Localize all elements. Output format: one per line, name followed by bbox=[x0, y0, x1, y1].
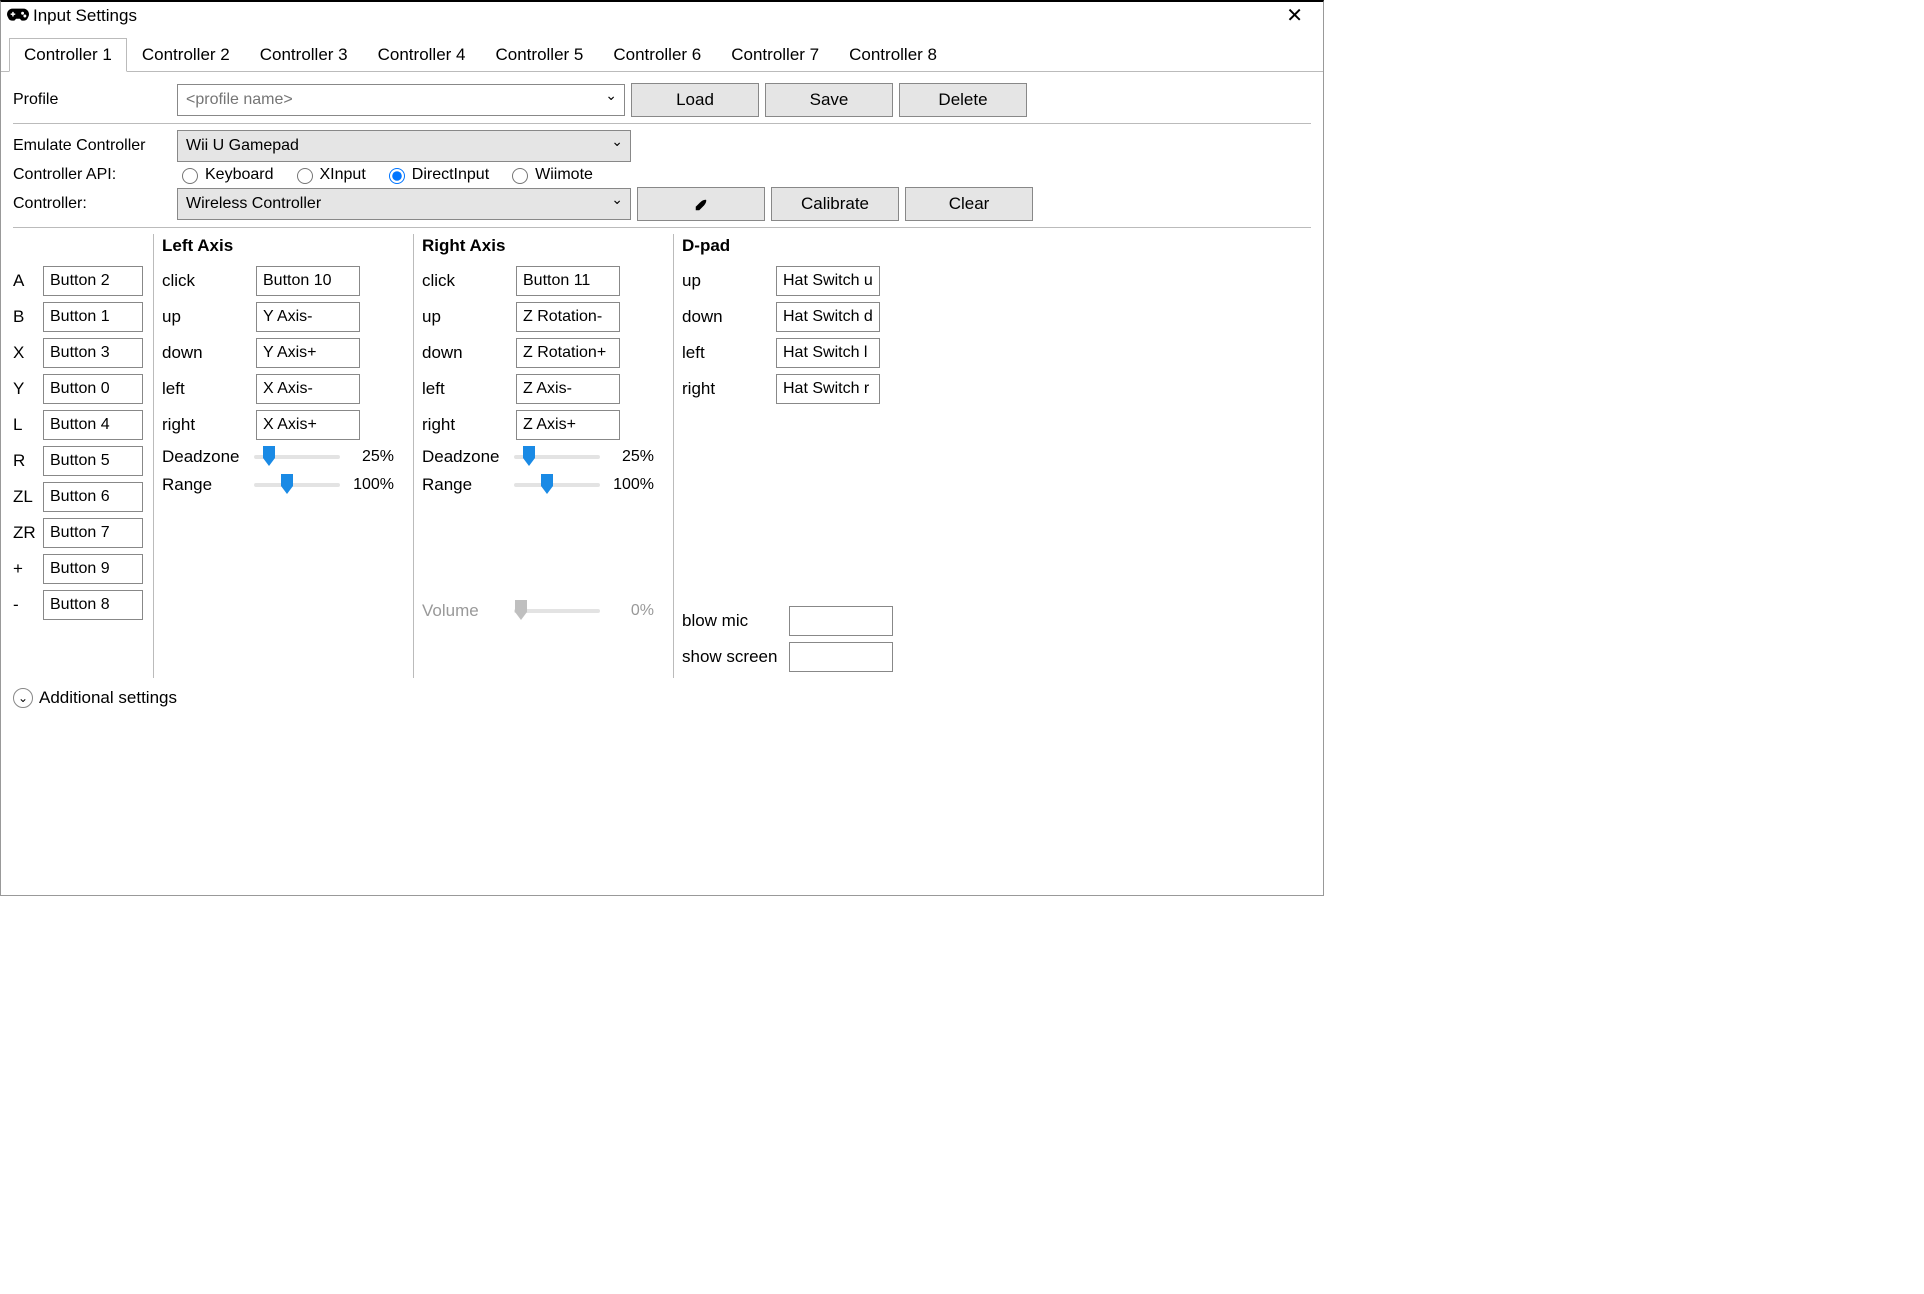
titlebar: Input Settings ✕ bbox=[1, 2, 1323, 28]
refresh-controller-button[interactable] bbox=[637, 187, 765, 221]
left-up-map[interactable]: Y Axis- bbox=[256, 302, 360, 332]
btn-zl-label: ZL bbox=[13, 487, 35, 507]
save-button[interactable]: Save bbox=[765, 83, 893, 117]
api-radio-keyboard[interactable]: Keyboard bbox=[177, 165, 274, 184]
api-radio-xinput[interactable]: XInput bbox=[292, 165, 366, 184]
tab-controller-7[interactable]: Controller 7 bbox=[716, 38, 834, 72]
tab-controller-5[interactable]: Controller 5 bbox=[481, 38, 599, 72]
profile-combo[interactable] bbox=[177, 84, 625, 116]
btn-b-label: B bbox=[13, 307, 35, 327]
dpad-down-map[interactable]: Hat Switch d bbox=[776, 302, 880, 332]
right-range-value: 100% bbox=[606, 476, 654, 494]
api-radio-wiimote[interactable]: Wiimote bbox=[507, 165, 593, 184]
input-settings-window: Input Settings ✕ Controller 1 Controller… bbox=[0, 0, 1324, 896]
btn-zl-map[interactable]: Button 6 bbox=[43, 482, 143, 512]
api-radio-directinput[interactable]: DirectInput bbox=[384, 165, 489, 184]
btn-l-map[interactable]: Button 4 bbox=[43, 410, 143, 440]
btn-minus-map[interactable]: Button 8 bbox=[43, 590, 143, 620]
left-axis-heading: Left Axis bbox=[162, 236, 405, 256]
right-axis-heading: Right Axis bbox=[422, 236, 665, 256]
feather-icon bbox=[694, 197, 708, 211]
load-button[interactable]: Load bbox=[631, 83, 759, 117]
btn-x-map[interactable]: Button 3 bbox=[43, 338, 143, 368]
btn-x-label: X bbox=[13, 343, 35, 363]
controller-label: Controller: bbox=[13, 195, 171, 213]
volume-value: 0% bbox=[606, 602, 654, 620]
btn-y-map[interactable]: Button 0 bbox=[43, 374, 143, 404]
left-click-map[interactable]: Button 10 bbox=[256, 266, 360, 296]
right-axis-column: Right Axis clickButton 11 upZ Rotation- … bbox=[413, 234, 673, 678]
tab-controller-6[interactable]: Controller 6 bbox=[598, 38, 716, 72]
btn-y-label: Y bbox=[13, 379, 35, 399]
dpad-right-map[interactable]: Hat Switch r bbox=[776, 374, 880, 404]
right-right-map[interactable]: Z Axis+ bbox=[516, 410, 620, 440]
right-click-map[interactable]: Button 11 bbox=[516, 266, 620, 296]
btn-a-map[interactable]: Button 2 bbox=[43, 266, 143, 296]
right-deadzone-slider[interactable] bbox=[514, 446, 600, 468]
dpad-up-map[interactable]: Hat Switch u bbox=[776, 266, 880, 296]
right-left-map[interactable]: Z Axis- bbox=[516, 374, 620, 404]
tab-controller-4[interactable]: Controller 4 bbox=[363, 38, 481, 72]
left-range-slider[interactable] bbox=[254, 474, 340, 496]
delete-button[interactable]: Delete bbox=[899, 83, 1027, 117]
profile-label: Profile bbox=[13, 91, 171, 109]
content-panel: Profile Load Save Delete Emulate Control… bbox=[1, 71, 1323, 716]
dpad-column: D-pad upHat Switch u downHat Switch d le… bbox=[673, 234, 901, 678]
api-radios: Keyboard XInput DirectInput Wiimote bbox=[177, 165, 593, 184]
tab-controller-2[interactable]: Controller 2 bbox=[127, 38, 245, 72]
btn-zr-map[interactable]: Button 7 bbox=[43, 518, 143, 548]
left-right-map[interactable]: X Axis+ bbox=[256, 410, 360, 440]
emulate-label: Emulate Controller bbox=[13, 137, 171, 155]
right-down-map[interactable]: Z Rotation+ bbox=[516, 338, 620, 368]
calibrate-button[interactable]: Calibrate bbox=[771, 187, 899, 221]
controller-combo[interactable]: Wireless Controller bbox=[177, 188, 631, 220]
dpad-left-map[interactable]: Hat Switch l bbox=[776, 338, 880, 368]
left-range-value: 100% bbox=[346, 476, 394, 494]
dpad-heading: D-pad bbox=[682, 236, 893, 256]
btn-b-map[interactable]: Button 1 bbox=[43, 302, 143, 332]
btn-l-label: L bbox=[13, 415, 35, 435]
left-left-map[interactable]: X Axis- bbox=[256, 374, 360, 404]
tab-controller-1[interactable]: Controller 1 bbox=[9, 38, 127, 72]
volume-slider[interactable] bbox=[514, 600, 600, 622]
btn-r-label: R bbox=[13, 451, 35, 471]
emulate-combo[interactable]: Wii U Gamepad bbox=[177, 130, 631, 162]
right-up-map[interactable]: Z Rotation- bbox=[516, 302, 620, 332]
left-deadzone-slider[interactable] bbox=[254, 446, 340, 468]
clear-button[interactable]: Clear bbox=[905, 187, 1033, 221]
right-deadzone-value: 25% bbox=[606, 448, 654, 466]
buttons-column: . AButton 2 BButton 1 XButton 3 YButton … bbox=[13, 234, 153, 678]
btn-minus-label: - bbox=[13, 595, 35, 615]
window-title: Input Settings bbox=[33, 6, 137, 26]
left-down-map[interactable]: Y Axis+ bbox=[256, 338, 360, 368]
left-axis-column: Left Axis clickButton 10 upY Axis- downY… bbox=[153, 234, 413, 678]
controller-tabs: Controller 1 Controller 2 Controller 3 C… bbox=[9, 38, 1323, 72]
volume-label: Volume bbox=[422, 601, 508, 621]
close-icon[interactable]: ✕ bbox=[1276, 6, 1313, 26]
blow-mic-map[interactable] bbox=[789, 606, 893, 636]
gamepad-icon bbox=[7, 8, 29, 24]
api-label: Controller API: bbox=[13, 166, 171, 184]
show-screen-map[interactable] bbox=[789, 642, 893, 672]
right-range-slider[interactable] bbox=[514, 474, 600, 496]
btn-plus-map[interactable]: Button 9 bbox=[43, 554, 143, 584]
tab-controller-8[interactable]: Controller 8 bbox=[834, 38, 952, 72]
tab-controller-3[interactable]: Controller 3 bbox=[245, 38, 363, 72]
additional-settings-toggle[interactable]: ⌄ Additional settings bbox=[13, 688, 1311, 708]
btn-plus-label: + bbox=[13, 559, 35, 579]
chevron-down-icon: ⌄ bbox=[13, 688, 33, 708]
btn-zr-label: ZR bbox=[13, 523, 35, 543]
btn-r-map[interactable]: Button 5 bbox=[43, 446, 143, 476]
left-deadzone-value: 25% bbox=[346, 448, 394, 466]
btn-a-label: A bbox=[13, 271, 35, 291]
